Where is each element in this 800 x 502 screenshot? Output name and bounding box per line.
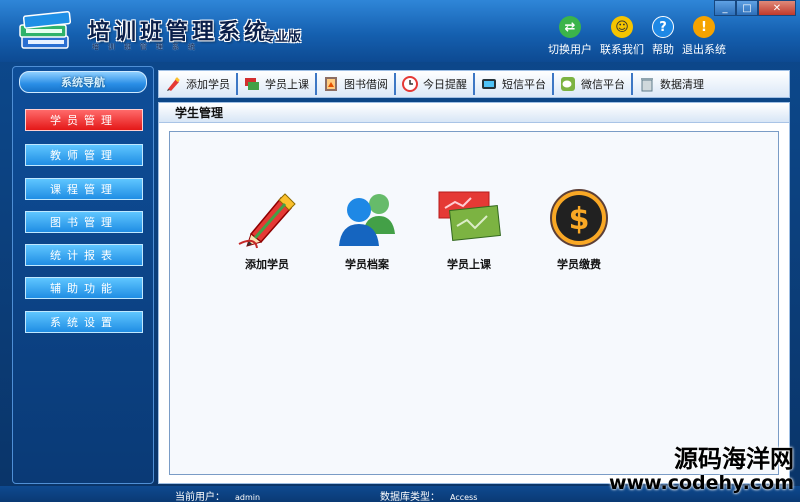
tile-add-student[interactable]: 添加学员 bbox=[222, 186, 312, 276]
toolbar-data-cleanup[interactable]: 数据清理 bbox=[633, 73, 710, 95]
watermark: 源码海洋网 www.codehy.com bbox=[609, 446, 794, 494]
status-current-user: 当前用户： admin bbox=[175, 488, 260, 502]
tile-student-records[interactable]: 学员档案 bbox=[322, 186, 412, 276]
sidebar: 系统导航 学员管理 教师管理 课程管理 图书管理 统计报表 辅助功能 系统设置 bbox=[12, 66, 154, 484]
help-icon: ? bbox=[652, 16, 674, 38]
exit-system-button[interactable]: ! 退出系统 bbox=[682, 16, 726, 57]
sidebar-item-statistics-reports[interactable]: 统计报表 bbox=[25, 244, 143, 266]
app-header: 培训班管理系统 专业版 培训班管理系统 _ □ ✕ ⇄ 切换用户 ☺ 联系我们 … bbox=[0, 0, 800, 62]
content-panel: 学生管理 添加学员 学员档案 学员上课 $ 学员缴费 bbox=[158, 102, 790, 484]
panel-inner: 添加学员 学员档案 学员上课 $ 学员缴费 bbox=[169, 131, 779, 475]
panel-title: 学生管理 bbox=[159, 103, 789, 123]
toolbar-book-borrow[interactable]: 图书借阅 bbox=[317, 73, 396, 95]
contact-us-button[interactable]: ☺ 联系我们 bbox=[600, 16, 644, 57]
student-records-icon bbox=[339, 194, 395, 246]
toolbar-student-class[interactable]: 学员上课 bbox=[238, 73, 317, 95]
logo-book-icon bbox=[19, 10, 72, 49]
tile-student-payment[interactable]: $ 学员缴费 bbox=[534, 186, 624, 276]
student-class-icon bbox=[438, 191, 501, 241]
close-button[interactable]: ✕ bbox=[758, 0, 796, 16]
sidebar-item-teacher-management[interactable]: 教师管理 bbox=[25, 144, 143, 166]
contact-us-label: 联系我们 bbox=[600, 43, 644, 56]
app-subtitle: 培训班管理系统 bbox=[92, 43, 204, 51]
tile-student-payment-label: 学员缴费 bbox=[557, 258, 601, 271]
window-controls: _ □ ✕ bbox=[714, 0, 796, 16]
toolbar-today-reminder-label: 今日提醒 bbox=[423, 78, 467, 91]
sidebar-item-auxiliary-functions[interactable]: 辅助功能 bbox=[25, 277, 143, 299]
sidebar-item-system-settings[interactable]: 系统设置 bbox=[25, 311, 143, 333]
add-student-icon bbox=[238, 193, 296, 249]
status-db-type: 数据库类型： Access bbox=[380, 488, 477, 502]
app-edition: 专业版 bbox=[262, 30, 302, 45]
toolbar: 添加学员 学员上课 图书借阅 今日提醒 短信平台 微信平台 数据清理 bbox=[158, 70, 790, 98]
help-label: 帮助 bbox=[652, 43, 674, 56]
switch-user-label: 切换用户 bbox=[548, 43, 592, 56]
clock-icon bbox=[402, 76, 418, 92]
toolbar-data-cleanup-label: 数据清理 bbox=[660, 78, 704, 91]
switch-user-icon: ⇄ bbox=[559, 16, 581, 38]
payment-icon: $ bbox=[550, 189, 608, 247]
sms-icon bbox=[482, 79, 496, 89]
watermark-cn: 源码海洋网 bbox=[674, 445, 794, 473]
class-icon bbox=[245, 78, 259, 90]
status-db-value: Access bbox=[450, 493, 478, 502]
toolbar-add-student[interactable]: 添加学员 bbox=[159, 73, 238, 95]
exit-icon: ! bbox=[693, 16, 715, 38]
toolbar-add-student-label: 添加学员 bbox=[186, 78, 230, 91]
header-actions: ⇄ 切换用户 ☺ 联系我们 ? 帮助 ! 退出系统 bbox=[548, 16, 734, 57]
sidebar-item-book-management[interactable]: 图书管理 bbox=[25, 211, 143, 233]
toolbar-sms-platform[interactable]: 短信平台 bbox=[475, 73, 554, 95]
app-window: 培训班管理系统 专业版 培训班管理系统 _ □ ✕ ⇄ 切换用户 ☺ 联系我们 … bbox=[0, 0, 800, 502]
tile-student-class-label: 学员上课 bbox=[447, 258, 491, 271]
sidebar-item-course-management[interactable]: 课程管理 bbox=[25, 178, 143, 200]
watermark-en: www.codehy.com bbox=[609, 472, 794, 494]
tile-student-records-label: 学员档案 bbox=[345, 258, 389, 271]
toolbar-wechat-platform-label: 微信平台 bbox=[581, 78, 625, 91]
restore-button[interactable]: □ bbox=[736, 0, 758, 16]
status-user-value: admin bbox=[235, 493, 261, 502]
toolbar-book-borrow-label: 图书借阅 bbox=[344, 78, 388, 91]
book-icon bbox=[325, 77, 337, 91]
minimize-button[interactable]: _ bbox=[714, 0, 736, 16]
switch-user-button[interactable]: ⇄ 切换用户 bbox=[548, 16, 592, 57]
wechat-icon bbox=[561, 77, 575, 91]
status-user-label: 当前用户： bbox=[175, 492, 225, 502]
contact-icon: ☺ bbox=[611, 16, 633, 38]
pencil-icon bbox=[167, 77, 180, 91]
tile-add-student-label: 添加学员 bbox=[245, 258, 289, 271]
toolbar-sms-platform-label: 短信平台 bbox=[502, 78, 546, 91]
toolbar-wechat-platform[interactable]: 微信平台 bbox=[554, 73, 633, 95]
status-db-label: 数据库类型： bbox=[380, 492, 440, 502]
toolbar-today-reminder[interactable]: 今日提醒 bbox=[396, 73, 475, 95]
trash-icon bbox=[641, 78, 653, 92]
exit-system-label: 退出系统 bbox=[682, 43, 726, 56]
sidebar-item-student-management[interactable]: 学员管理 bbox=[25, 109, 143, 131]
svg-text:$: $ bbox=[569, 202, 590, 237]
help-button[interactable]: ? 帮助 bbox=[652, 16, 674, 57]
tile-student-class[interactable]: 学员上课 bbox=[424, 186, 514, 276]
sidebar-header: 系统导航 bbox=[19, 71, 147, 93]
toolbar-student-class-label: 学员上课 bbox=[265, 78, 309, 91]
